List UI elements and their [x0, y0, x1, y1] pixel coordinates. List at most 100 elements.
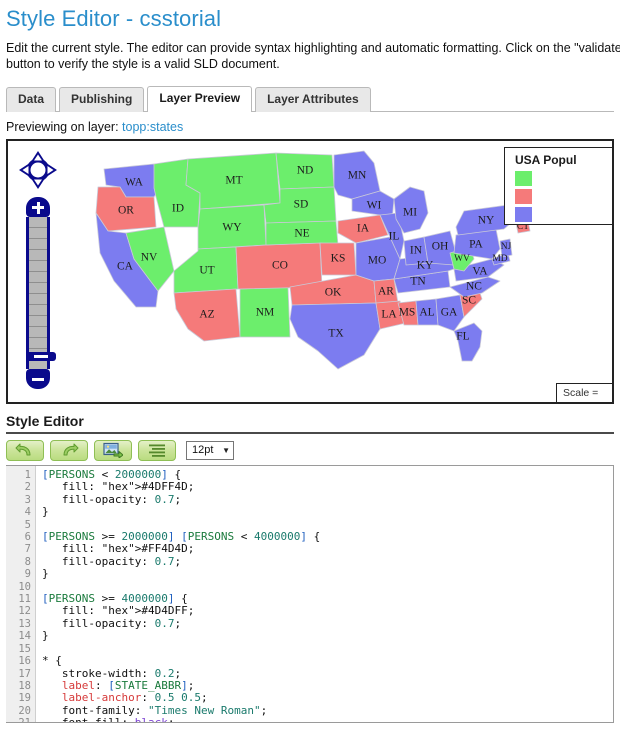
insert-image-icon — [103, 442, 123, 458]
map-zoom-control[interactable] — [26, 197, 56, 392]
map-state-label-ny: NY — [478, 215, 495, 227]
undo-button[interactable] — [6, 439, 44, 461]
line-number: 12 — [18, 605, 31, 618]
map-state-label-mt: MT — [225, 175, 242, 187]
map-state-label-nj: NJ — [501, 242, 512, 252]
tab-publishing[interactable]: Publishing — [59, 87, 145, 112]
style-editor-toolbar: 12pt ▼ — [6, 439, 614, 461]
page-root: Style Editor - csstorial Edit the curren… — [0, 6, 620, 723]
line-number: 18 — [18, 679, 31, 692]
map-state-label-ar: AR — [378, 286, 394, 298]
map-state-label-wv: WV — [454, 254, 470, 264]
tab-layer-preview[interactable]: Layer Preview — [147, 86, 253, 112]
map-state-label-or: OR — [118, 205, 134, 217]
font-size-select[interactable]: 12pt ▼ — [186, 440, 234, 460]
tab-list: Data Publishing Layer Preview Layer Attr… — [6, 86, 614, 112]
map-state-label-al: AL — [419, 307, 434, 319]
line-number: 15 — [18, 642, 31, 655]
zoom-in-button[interactable] — [26, 197, 50, 217]
map-state-label-wi: WI — [367, 200, 382, 212]
legend-item-low — [515, 171, 605, 186]
tab-layer-attributes[interactable]: Layer Attributes — [255, 87, 371, 112]
map-state-label-mi: MI — [403, 207, 417, 219]
redo-arrow-icon — [63, 443, 79, 455]
tab-bar: Data Publishing Layer Preview Layer Attr… — [6, 86, 614, 112]
insert-image-button[interactable] — [94, 439, 132, 461]
map-state-label-wy: WY — [222, 222, 242, 234]
map-state-label-id: ID — [172, 203, 184, 215]
map-state-label-ky: KY — [417, 260, 434, 272]
line-number: 6 — [24, 531, 31, 544]
code-line: fill-opacity: 0.7; — [61, 492, 182, 506]
map-state-label-tn: TN — [410, 276, 426, 288]
page-description-line1: Edit the current style. The editor can p… — [6, 41, 620, 55]
map-state-label-nc: NC — [466, 281, 482, 293]
map-state-label-ia: IA — [357, 223, 370, 235]
map-state-label-ga: GA — [441, 307, 458, 319]
code-line: fill-opacity: 0.7; — [61, 554, 182, 568]
line-number: 2 — [24, 481, 31, 494]
map-scale-box: Scale = — [556, 383, 612, 402]
zoom-handle-grip — [34, 355, 48, 358]
font-size-value: 12pt — [192, 444, 214, 456]
style-editor-rule — [6, 432, 614, 434]
line-number: 9 — [24, 568, 31, 581]
preview-layer-prefix: Previewing on layer: — [6, 120, 119, 134]
map-state-label-va: VA — [472, 266, 488, 278]
zoom-out-icon — [32, 378, 44, 381]
map-state-label-ok: OK — [325, 287, 342, 299]
code-editor[interactable]: 123456789101112131415161718192021222324 … — [6, 465, 614, 723]
tab-data[interactable]: Data — [6, 87, 57, 112]
legend-swatch-low — [515, 171, 532, 186]
page-description-line2: button to verify the style is a valid SL… — [6, 57, 280, 71]
line-number: 19 — [18, 692, 31, 705]
map-state-label-ne: NE — [294, 228, 309, 240]
map-state-label-sc: SC — [462, 295, 476, 307]
line-number: 17 — [18, 667, 31, 680]
map-state-label-ks: KS — [331, 253, 346, 265]
line-number: 13 — [18, 617, 31, 630]
map-state-label-ms: MS — [399, 307, 416, 319]
line-number: 10 — [18, 580, 31, 593]
line-number: 7 — [24, 543, 31, 556]
code-line: fill-opacity: 0.7; — [61, 616, 182, 630]
preview-layer-link[interactable]: topp:states — [122, 120, 183, 134]
line-number: 8 — [24, 555, 31, 568]
line-number: 1 — [24, 469, 31, 481]
line-number: 4 — [24, 506, 31, 519]
format-button[interactable] — [138, 439, 176, 461]
line-number: 5 — [24, 518, 31, 531]
zoom-out-button[interactable] — [26, 369, 50, 389]
map-state-label-tx: TX — [328, 328, 344, 340]
page-description: Edit the current style. The editor can p… — [6, 40, 620, 72]
code-line: font-fill: black; — [42, 716, 613, 722]
map-state-label-wa: WA — [125, 177, 144, 189]
code-line: } — [42, 629, 49, 643]
map-state-label-az: AZ — [199, 309, 214, 321]
map-pan-control[interactable] — [17, 149, 59, 191]
undo-arrow-icon — [15, 443, 31, 455]
zoom-slider-handle[interactable] — [26, 352, 56, 361]
chevron-down-icon: ▼ — [222, 445, 230, 455]
zoom-in-icon-v — [36, 201, 40, 214]
line-number: 3 — [24, 493, 31, 506]
map-state-label-pa: PA — [469, 239, 483, 251]
map-state-label-oh: OH — [432, 241, 449, 253]
pan-compass-icon[interactable] — [17, 149, 59, 191]
code-line: } — [42, 505, 49, 519]
legend-title: USA Popul — [515, 153, 577, 167]
style-editor-heading: Style Editor — [6, 413, 84, 429]
redo-button[interactable] — [50, 439, 88, 461]
map-state-label-co: CO — [272, 260, 288, 272]
editor-code-area[interactable]: [PERSONS < 2000000] { fill: "hex">#4DFF4… — [36, 466, 613, 722]
line-number: 21 — [6, 717, 35, 722]
map-state-label-sd: SD — [294, 199, 309, 211]
legend-swatch-mid — [515, 189, 532, 204]
map-state-label-nd: ND — [297, 165, 314, 177]
layer-preview-map-panel[interactable]: WA OR CA NV ID MT WY UT AZ NM CO ND SD NE KS OK TX MN IA MO… — [6, 139, 614, 404]
zoom-slider-track[interactable] — [26, 217, 56, 369]
preview-layer-line: Previewing on layer: topp:states — [6, 120, 614, 134]
map-state-label-ca: CA — [117, 261, 134, 273]
map-state-label-nm: NM — [256, 307, 275, 319]
